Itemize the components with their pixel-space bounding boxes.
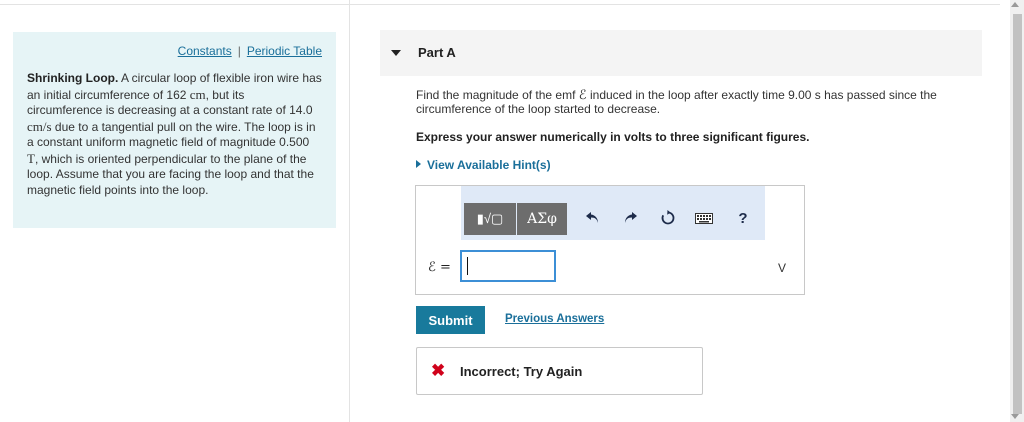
variable-label: ℰ = — [428, 260, 451, 275]
answer-input[interactable] — [460, 250, 556, 282]
view-hints-link[interactable]: View Available Hint(s) — [416, 158, 551, 172]
help-icon[interactable]: ? — [733, 208, 753, 228]
expand-triangle-icon — [416, 160, 421, 168]
reference-links: Constants | Periodic Table — [27, 44, 322, 58]
problem-text-3: due to a tangential pull on the wire. Th… — [27, 119, 316, 150]
answer-instruction: Express your answer numerically in volts… — [416, 130, 810, 144]
problem-text-4: , which is oriented perpendicular to the… — [27, 151, 314, 197]
feedback-text: Incorrect; Try Again — [460, 364, 583, 379]
problem-title: Shrinking Loop. — [27, 71, 119, 85]
unit-tesla: T — [27, 150, 35, 166]
unit-rate: cm/s — [27, 118, 52, 134]
unit-cm: cm — [189, 86, 206, 102]
scroll-down-icon[interactable] — [1011, 414, 1019, 419]
part-a-header[interactable]: Part A — [380, 30, 982, 76]
part-title: Part A — [418, 45, 456, 60]
constants-link[interactable]: Constants — [178, 44, 232, 58]
scroll-up-icon[interactable] — [1011, 2, 1019, 7]
emf-symbol: ℰ — [578, 87, 587, 102]
text-cursor — [467, 257, 468, 275]
keyboard-icon[interactable] — [694, 208, 714, 228]
answer-box: ▮√▢ ΑΣφ ? ℰ = V — [415, 185, 805, 295]
submit-button[interactable]: Submit — [416, 306, 485, 334]
scrollbar-thumb[interactable] — [1013, 14, 1022, 414]
feedback-box: ✖ Incorrect; Try Again — [416, 347, 703, 395]
templates-button[interactable]: ▮√▢ — [464, 203, 516, 235]
question-text-1: Find the magnitude of the emf — [416, 88, 579, 102]
column-divider — [349, 0, 350, 422]
greek-symbols-button[interactable]: ΑΣφ — [517, 203, 567, 235]
question-text: Find the magnitude of the emf ℰ induced … — [416, 87, 986, 117]
collapse-caret-icon[interactable] — [391, 50, 401, 56]
periodic-table-link[interactable]: Periodic Table — [247, 44, 322, 58]
top-border — [0, 4, 1000, 5]
incorrect-x-icon: ✖ — [431, 361, 446, 380]
undo-icon[interactable] — [583, 208, 603, 228]
unit-label: V — [778, 261, 787, 275]
previous-answers-link[interactable]: Previous Answers — [505, 313, 604, 325]
math-toolbar: ▮√▢ ΑΣφ ? — [461, 186, 765, 240]
problem-panel: Constants | Periodic Table Shrinking Loop.… — [13, 32, 336, 228]
reset-icon[interactable] — [658, 208, 678, 228]
problem-statement: Shrinking Loop. A circular loop of flexi… — [27, 71, 322, 198]
link-separator: | — [237, 44, 241, 58]
hints-label: View Available Hint(s) — [427, 158, 551, 172]
redo-icon[interactable] — [620, 208, 640, 228]
